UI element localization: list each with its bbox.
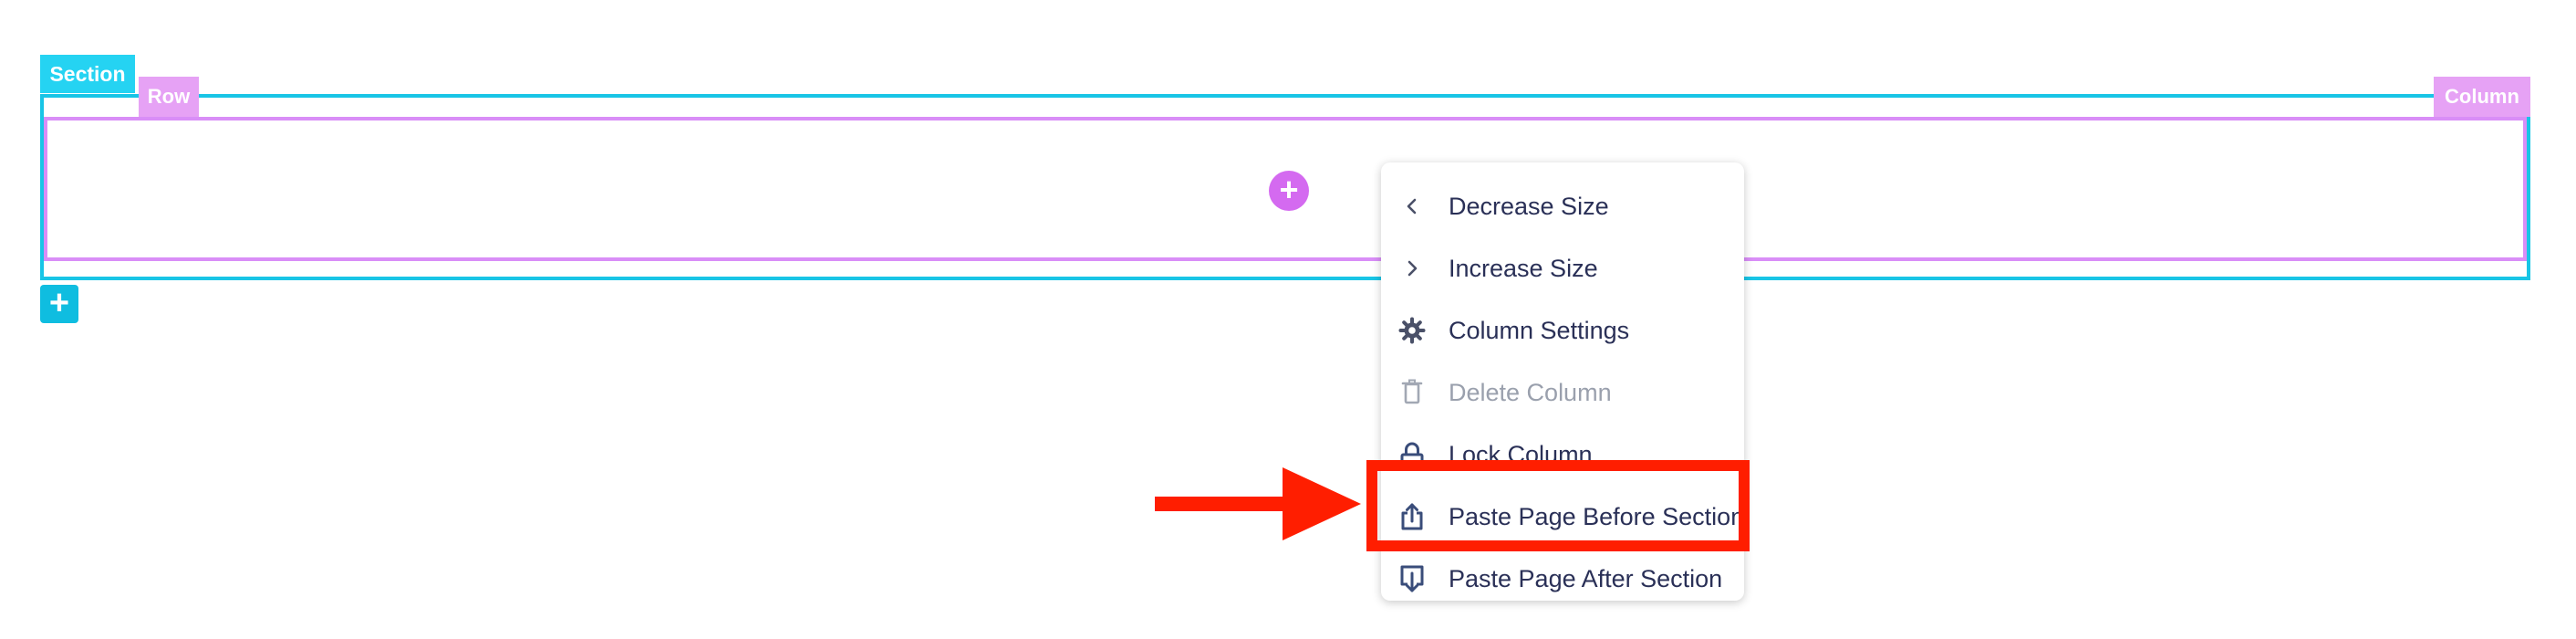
chevron-right-icon — [1396, 252, 1428, 285]
menu-item-delete-column[interactable]: Delete Column — [1381, 361, 1744, 424]
section-tag[interactable]: Section — [40, 55, 135, 93]
annotation-arrow-icon — [1155, 467, 1361, 540]
trash-icon — [1396, 376, 1428, 409]
menu-item-label: Paste Page After Section — [1449, 564, 1723, 592]
plus-icon: + — [48, 284, 70, 322]
menu-item-paste-page-after-section[interactable]: Paste Page After Section — [1381, 548, 1744, 610]
menu-item-decrease-size[interactable]: Decrease Size — [1381, 175, 1744, 237]
column-tag[interactable]: Column — [2434, 77, 2530, 117]
plus-icon: + — [1279, 171, 1299, 208]
menu-item-label: Delete Column — [1449, 378, 1612, 406]
menu-item-column-settings[interactable]: Column Settings — [1381, 299, 1744, 361]
chevron-left-icon — [1396, 190, 1428, 223]
row-tag[interactable]: Row — [139, 77, 199, 117]
menu-item-label: Increase Size — [1449, 254, 1598, 282]
menu-item-label: Decrease Size — [1449, 192, 1609, 220]
menu-item-increase-size[interactable]: Increase Size — [1381, 237, 1744, 299]
highlight-box — [1366, 460, 1750, 551]
gear-icon — [1396, 314, 1428, 347]
paste-after-icon — [1396, 562, 1428, 595]
add-element-button[interactable]: + — [1269, 171, 1309, 211]
add-section-button[interactable]: + — [40, 285, 78, 323]
menu-item-label: Column Settings — [1449, 316, 1630, 344]
